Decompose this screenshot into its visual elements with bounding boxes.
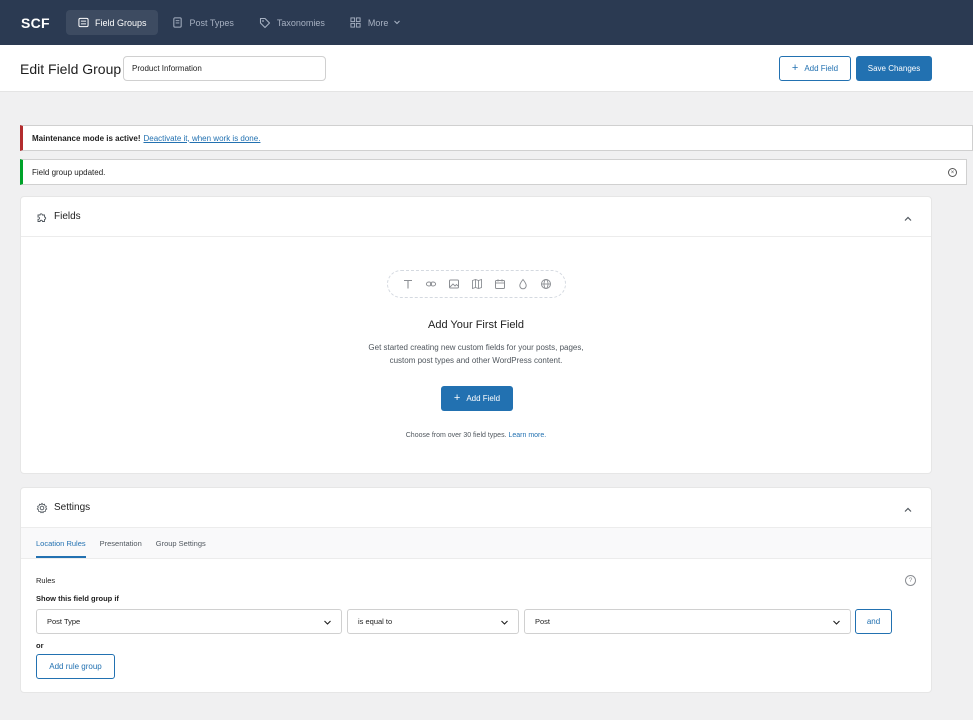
maintenance-text: Maintenance mode is active! <box>32 133 141 143</box>
chevron-up-icon[interactable] <box>903 211 913 221</box>
document-icon <box>172 17 184 29</box>
list-icon <box>77 17 89 29</box>
add-rule-group-button[interactable]: Add rule group <box>36 654 115 679</box>
empty-desc-line-1: Get started creating new custom fields f… <box>368 343 584 352</box>
nav-tab-taxonomies[interactable]: Taxonomies <box>248 10 336 35</box>
nav-tab-post-types[interactable]: Post Types <box>161 10 245 35</box>
tab-presentation[interactable]: Presentation <box>100 539 142 558</box>
rules-label: Rules <box>36 576 56 585</box>
tag-icon <box>259 17 271 29</box>
field-group-title-input[interactable] <box>123 56 326 81</box>
gear-icon <box>36 502 48 514</box>
nav-tab-more[interactable]: More <box>339 10 413 35</box>
page-title: Edit Field Group <box>20 61 122 77</box>
help-icon[interactable]: ? <box>905 575 916 586</box>
and-rule-button[interactable]: and <box>855 609 892 634</box>
settings-panel: Settings Location Rules Presentation Gro… <box>20 487 932 693</box>
puzzle-icon <box>36 211 48 223</box>
nav-tab-label: Post Types <box>189 17 234 28</box>
add-first-field-button[interactable]: + Add Field <box>441 386 513 411</box>
fields-panel: Fields Add Your First Field Get started … <box>20 196 932 474</box>
add-rule-group-label: Add rule group <box>49 662 102 671</box>
chevron-up-icon[interactable] <box>903 502 913 512</box>
date-icon <box>494 278 506 290</box>
or-label: or <box>36 641 44 650</box>
nav-tab-label: Taxonomies <box>276 17 325 28</box>
settings-panel-title: Settings <box>54 502 91 513</box>
rule-value-value: Post <box>535 617 551 626</box>
save-label: Save Changes <box>867 64 921 73</box>
settings-panel-header[interactable]: Settings <box>21 488 931 528</box>
fields-panel-header[interactable]: Fields <box>21 197 931 237</box>
choose-text: Choose from over 30 field types. <box>405 432 507 439</box>
plus-icon: + <box>791 62 799 74</box>
field-types-illustration <box>387 270 566 298</box>
deactivate-link[interactable]: Deactivate it, when work is done. <box>143 134 260 143</box>
dismiss-icon[interactable]: × <box>948 168 957 177</box>
save-changes-button[interactable]: Save Changes <box>856 56 932 81</box>
add-field-label: Add Field <box>466 394 501 403</box>
rule-operator-select[interactable]: is equal to <box>347 609 519 634</box>
image-icon <box>448 278 460 290</box>
chevron-down-icon <box>393 18 401 28</box>
updated-text: Field group updated. <box>32 167 106 177</box>
chevron-down-icon <box>323 618 332 627</box>
settings-tabs: Location Rules Presentation Group Settin… <box>21 528 931 559</box>
text-icon <box>402 278 414 290</box>
empty-state-title: Add Your First Field <box>428 319 524 331</box>
top-nav: SCF Field Groups Post Types Taxonomies M… <box>0 0 973 45</box>
add-field-label: Add Field <box>804 64 839 73</box>
field-types-hint: Choose from over 30 field types. Learn m… <box>21 432 931 439</box>
learn-more-link[interactable]: Learn more. <box>508 432 546 439</box>
tab-group-settings[interactable]: Group Settings <box>156 539 206 558</box>
rule-value-select[interactable]: Post <box>524 609 851 634</box>
map-icon <box>471 278 483 290</box>
rule-operator-value: is equal to <box>358 617 393 626</box>
nav-tab-label: More <box>367 17 389 28</box>
brand-logo[interactable]: SCF <box>21 15 66 31</box>
and-label: and <box>866 617 881 626</box>
empty-state-description: Get started creating new custom fields f… <box>21 341 931 367</box>
grid-icon <box>350 17 362 29</box>
nav-tab-label: Field Groups <box>95 17 147 28</box>
show-if-label: Show this field group if <box>36 594 119 603</box>
maintenance-notice: Maintenance mode is active! Deactivate i… <box>20 125 973 151</box>
tab-location-rules[interactable]: Location Rules <box>36 539 86 558</box>
link-icon <box>425 278 437 290</box>
fields-panel-title: Fields <box>54 211 81 222</box>
url-icon <box>540 278 552 290</box>
color-icon <box>517 278 529 290</box>
header-add-field-button[interactable]: + Add Field <box>779 56 851 81</box>
empty-desc-line-2: custom post types and other WordPress co… <box>389 356 563 365</box>
plus-icon: + <box>453 392 461 404</box>
updated-notice: Field group updated. × <box>20 159 967 185</box>
page-header: Edit Field Group + Add Field Save Change… <box>0 45 973 92</box>
rule-param-value: Post Type <box>47 617 81 626</box>
nav-tab-field-groups[interactable]: Field Groups <box>66 10 158 35</box>
rule-param-select[interactable]: Post Type <box>36 609 342 634</box>
chevron-down-icon <box>500 618 509 627</box>
chevron-down-icon <box>832 618 841 627</box>
